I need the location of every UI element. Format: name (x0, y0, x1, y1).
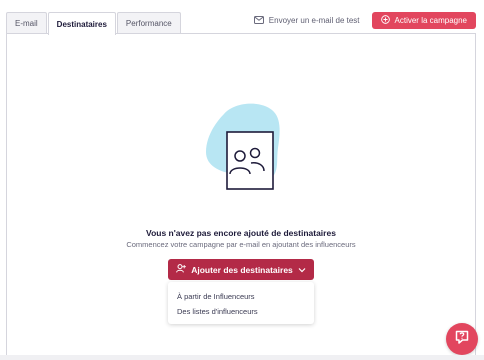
send-test-email-link[interactable]: Envoyer un e-mail de test (253, 15, 360, 26)
tab-email[interactable]: E-mail (6, 12, 47, 34)
tab-recipients[interactable]: Destinataires (47, 12, 116, 35)
chevron-down-icon (298, 265, 306, 275)
tab-performance[interactable]: Performance (116, 12, 181, 34)
chat-help-icon (454, 329, 470, 350)
envelope-icon (253, 15, 264, 26)
empty-state-title: Vous n'avez pas encore ajouté de destina… (146, 228, 336, 238)
activate-campaign-button[interactable]: Activer la campagne (371, 12, 476, 29)
contacts-frame-icon (200, 92, 290, 202)
help-chat-button[interactable] (446, 323, 478, 355)
add-recipients-menu: À partir de Influenceurs Des listes d'in… (168, 282, 314, 324)
tab-bar: E-mail Destinataires Performance (6, 12, 182, 35)
add-user-icon (176, 264, 187, 275)
send-test-email-label: Envoyer un e-mail de test (268, 16, 360, 25)
empty-state-subtitle: Commencez votre campagne par e-mail en a… (126, 240, 356, 249)
menu-item-from-influencers[interactable]: À partir de Influenceurs (168, 289, 314, 304)
add-recipients-label: Ajouter des destinataires (191, 264, 293, 275)
plus-circle-icon (380, 15, 390, 26)
bottom-scrollbar (0, 355, 484, 360)
activate-campaign-label: Activer la campagne (394, 16, 467, 25)
menu-item-influencer-lists[interactable]: Des listes d'influenceurs (168, 304, 314, 319)
add-recipients-button[interactable]: Ajouter des destinataires (168, 259, 314, 280)
header-actions: Envoyer un e-mail de test Activer la cam… (253, 12, 476, 29)
